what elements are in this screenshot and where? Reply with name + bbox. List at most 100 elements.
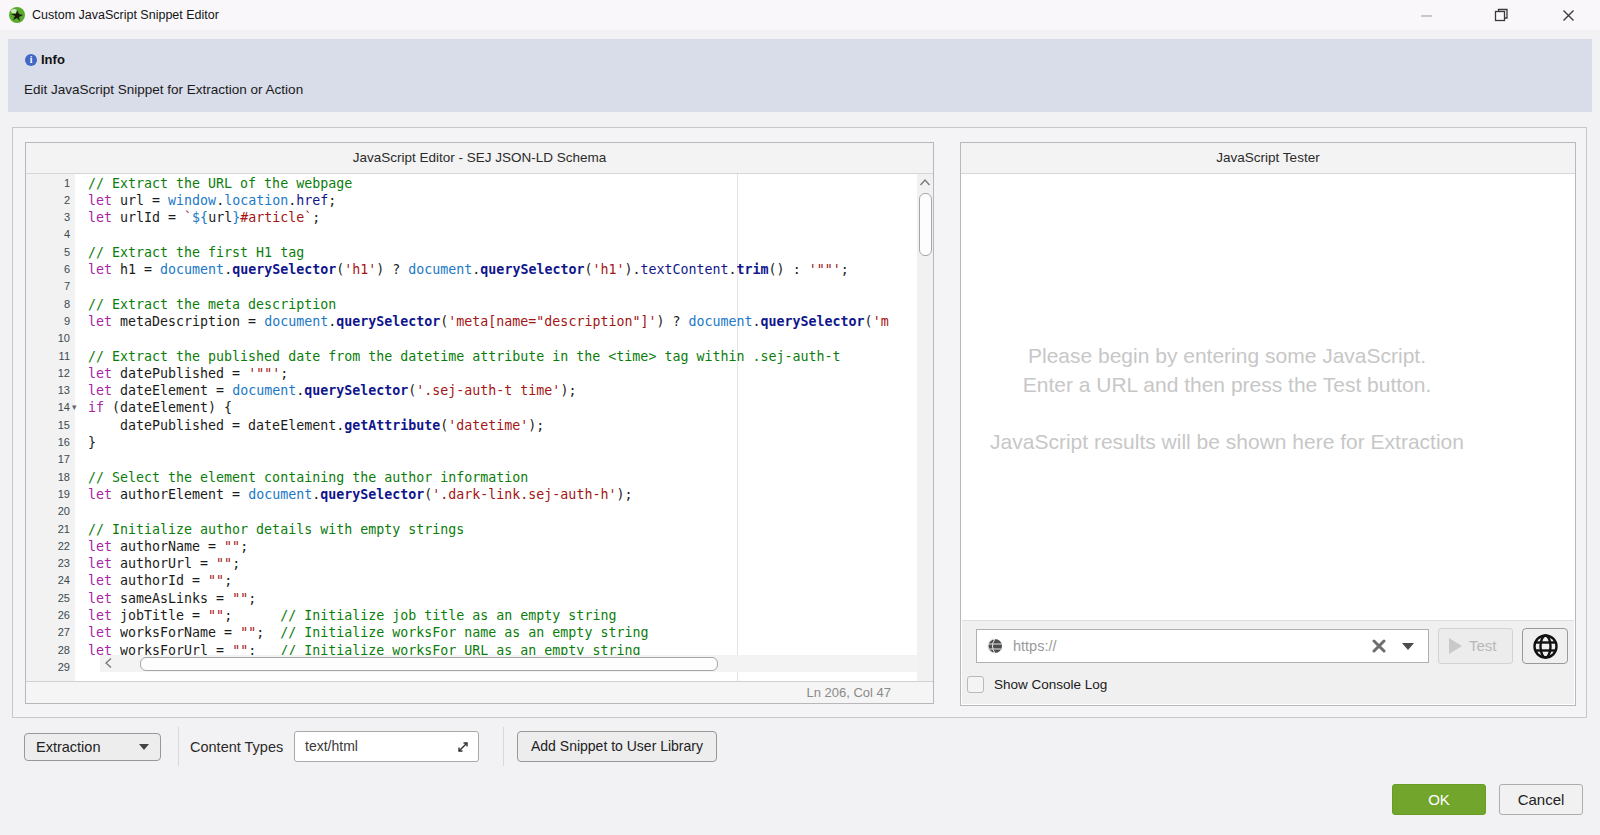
code-line: // Extract the published date from the d…	[88, 348, 841, 365]
cancel-button[interactable]: Cancel	[1499, 784, 1583, 815]
tester-placeholder-text: Please begin by entering some JavaScript…	[962, 342, 1492, 456]
restore-icon	[1494, 8, 1508, 22]
url-placeholder: https://	[1013, 630, 1057, 662]
mode-select[interactable]: Extraction	[24, 733, 161, 761]
code-line: // Extract the first H1 tag	[88, 244, 304, 261]
minimize-button[interactable]	[1403, 0, 1449, 30]
fold-marker-icon[interactable]: ▾	[72, 399, 86, 416]
main-container: JavaScript Editor - SEJ JSON-LD Schema 1…	[12, 127, 1587, 718]
line-number: 26	[28, 607, 70, 624]
column-ruler	[737, 174, 738, 681]
line-number: 13	[28, 382, 70, 399]
line-number: 6	[28, 261, 70, 278]
code-line: // Extract the meta description	[88, 296, 336, 313]
line-number: 21	[28, 521, 70, 538]
window-title: Custom JavaScript Snippet Editor	[32, 0, 219, 30]
open-browser-button[interactable]	[1522, 628, 1568, 664]
line-number: 9	[28, 313, 70, 330]
line-number: 1	[28, 175, 70, 192]
code-line: }	[88, 434, 96, 451]
divider	[178, 727, 179, 766]
line-number: 22	[28, 538, 70, 555]
code-line: // Select the element containing the aut…	[88, 469, 528, 486]
play-icon	[1449, 638, 1462, 654]
app-icon	[8, 6, 26, 24]
content-types-label: Content Types	[190, 732, 283, 762]
mode-select-caret	[139, 744, 149, 750]
horizontal-scrollbar-thumb[interactable]	[140, 657, 718, 671]
line-number: 29	[28, 659, 70, 676]
line-number: 12	[28, 365, 70, 382]
tester-placeholder-line: JavaScript results will be shown here fo…	[962, 428, 1492, 457]
code-line: let datePublished = '""';	[88, 365, 288, 382]
info-banner-title: Info	[41, 52, 65, 67]
clear-url-icon[interactable]	[1372, 639, 1386, 653]
line-number: 18	[28, 469, 70, 486]
line-number: 2	[28, 192, 70, 209]
divider	[503, 727, 504, 766]
code-line: let jobTitle = ""; // Initialize job tit…	[88, 607, 616, 624]
tester-results-area: Please begin by entering some JavaScript…	[962, 174, 1574, 620]
horizontal-scrollbar[interactable]	[100, 655, 917, 672]
line-number-gutter: 1234567891011121314151617181920212223242…	[26, 174, 75, 681]
cursor-position-status: Ln 206, Col 47	[26, 681, 933, 703]
code-line: let sameAsLinks = "";	[88, 590, 256, 607]
code-line: let dateElement = document.querySelector…	[88, 382, 576, 399]
javascript-tester-panel: JavaScript Tester Please begin by enteri…	[960, 142, 1576, 706]
code-line: let urlId = `${url}#article`;	[88, 209, 320, 226]
show-console-row: Show Console Log	[967, 675, 1107, 693]
add-snippet-button[interactable]: Add Snippet to User Library	[517, 731, 717, 762]
line-number: 27	[28, 624, 70, 641]
code-line: let authorName = "";	[88, 538, 248, 555]
code-line: let worksForName = ""; // Initialize wor…	[88, 624, 648, 641]
scroll-up-icon[interactable]	[919, 177, 931, 189]
close-button[interactable]	[1545, 0, 1591, 30]
line-number: 16	[28, 434, 70, 451]
editor-panel-title: JavaScript Editor - SEJ JSON-LD Schema	[26, 143, 933, 174]
line-number: 4	[28, 226, 70, 243]
scroll-left-icon[interactable]	[103, 657, 115, 669]
expand-icon[interactable]	[456, 740, 470, 754]
code-line: datePublished = dateElement.getAttribute…	[88, 417, 544, 434]
url-input[interactable]: https://	[976, 629, 1429, 663]
maximize-button[interactable]	[1478, 0, 1524, 30]
line-number: 11	[28, 348, 70, 365]
content-types-input[interactable]: text/html	[294, 731, 479, 762]
code-line: let authorId = "";	[88, 572, 232, 589]
content-types-value: text/html	[305, 732, 358, 761]
ok-button[interactable]: OK	[1392, 784, 1486, 815]
line-number: 8	[28, 296, 70, 313]
vertical-scrollbar-thumb[interactable]	[919, 193, 932, 256]
url-dropdown-caret[interactable]	[1402, 643, 1414, 650]
title-bar: Custom JavaScript Snippet Editor	[0, 0, 1600, 30]
code-line: let authorUrl = "";	[88, 555, 240, 572]
code-line: // Initialize author details with empty …	[88, 521, 464, 538]
line-number: 10	[28, 330, 70, 347]
tester-placeholder-line: Please begin by entering some JavaScript…	[962, 342, 1492, 371]
line-number: 7	[28, 278, 70, 295]
line-number: 14	[28, 399, 70, 416]
tester-placeholder-line: Enter a URL and then press the Test butt…	[962, 371, 1492, 400]
show-console-checkbox[interactable]	[967, 676, 984, 693]
info-icon: i	[25, 54, 37, 66]
tester-panel-title: JavaScript Tester	[961, 143, 1575, 174]
close-icon	[1562, 9, 1575, 22]
line-number: 5	[28, 244, 70, 261]
javascript-editor-panel: JavaScript Editor - SEJ JSON-LD Schema 1…	[25, 142, 934, 704]
line-number: 25	[28, 590, 70, 607]
code-line: // Extract the URL of the webpage	[88, 175, 352, 192]
code-editor[interactable]: 1234567891011121314151617181920212223242…	[26, 174, 933, 681]
line-number: 19	[28, 486, 70, 503]
tester-footer: https:// Test Show Console Log	[962, 620, 1574, 704]
vertical-scrollbar[interactable]	[917, 174, 933, 681]
code-line: let authorElement = document.querySelect…	[88, 486, 632, 503]
line-number: 24	[28, 572, 70, 589]
tester-placeholder-line	[962, 399, 1492, 428]
globe-wireframe-icon	[1532, 633, 1559, 660]
code-line: let metaDescription = document.querySele…	[88, 313, 889, 330]
code-line: let url = window.location.href;	[88, 192, 336, 209]
info-banner: i Info Edit JavaScript Snippet for Extra…	[8, 39, 1592, 112]
test-button[interactable]: Test	[1438, 628, 1513, 664]
line-number: 3	[28, 209, 70, 226]
line-number: 15	[28, 417, 70, 434]
